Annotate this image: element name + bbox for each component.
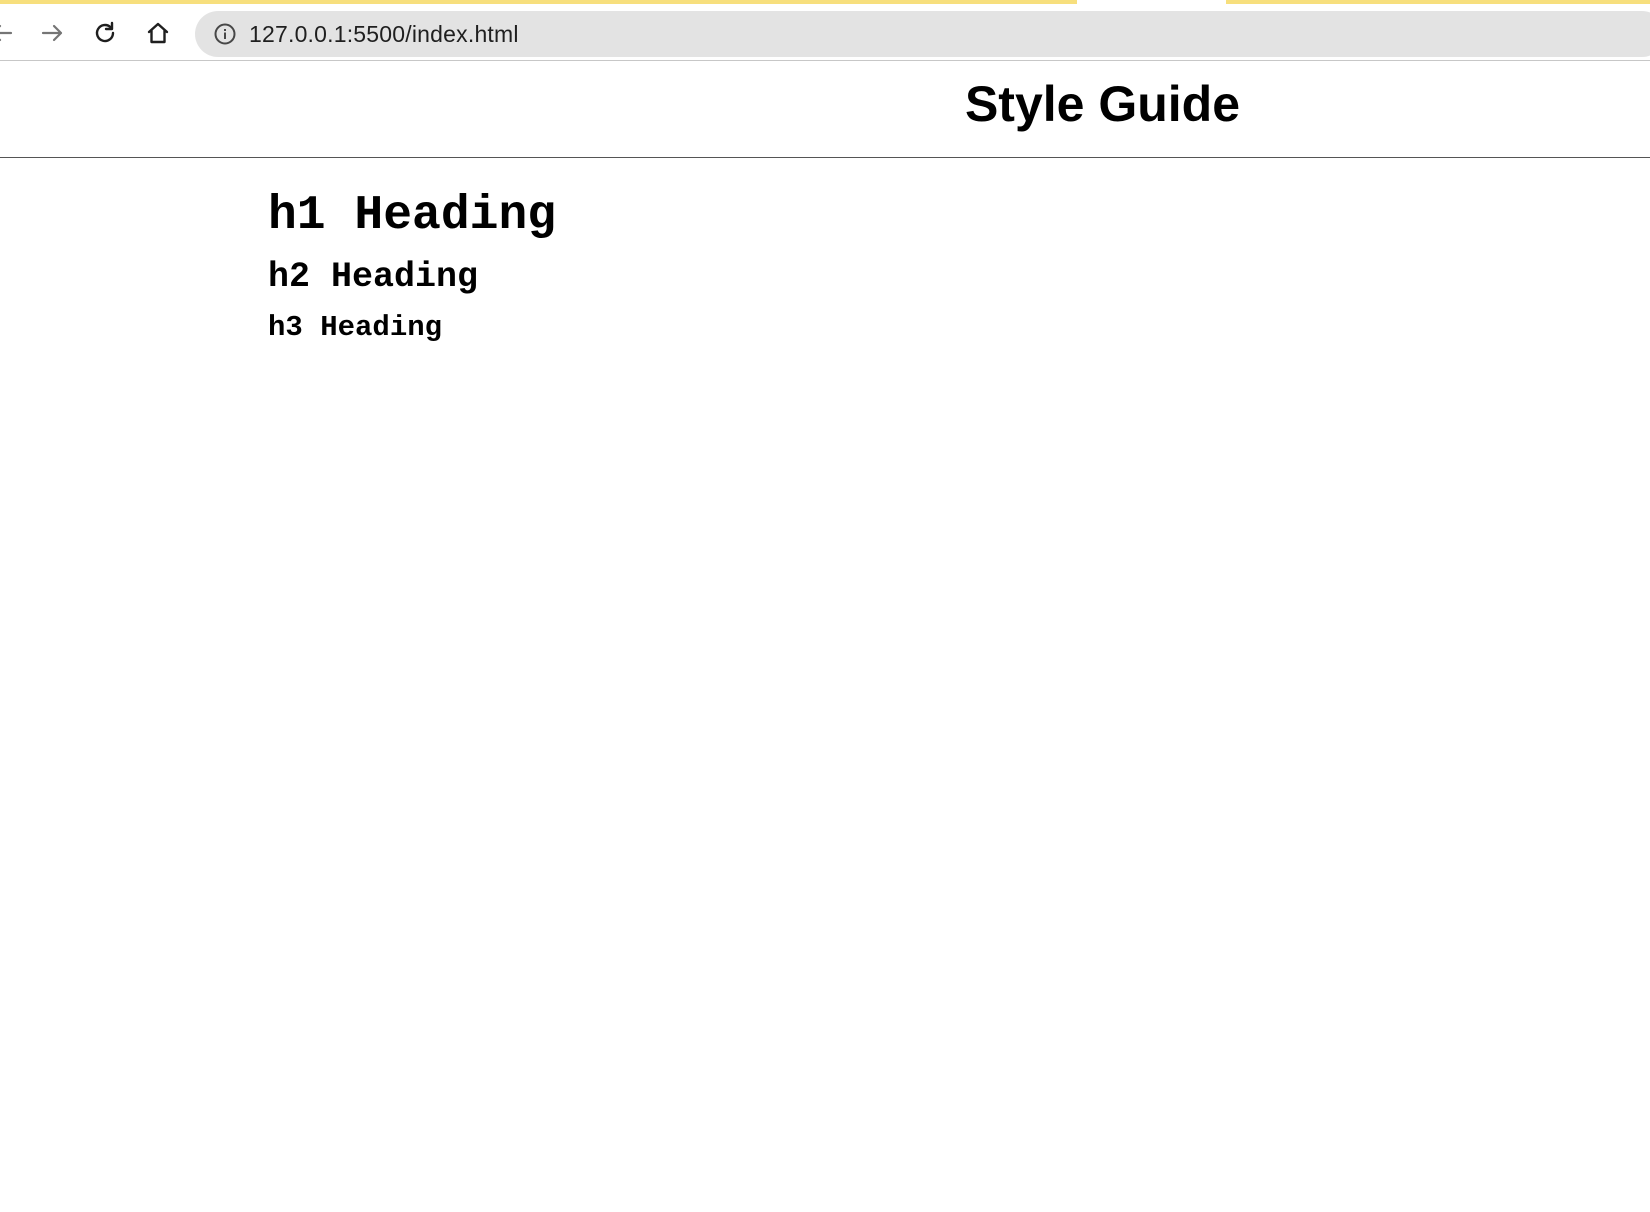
browser-toolbar: 127.0.0.1:5500/index.html (0, 0, 1650, 61)
style-guide-content: h1 Heading h2 Heading h3 Heading (0, 158, 1650, 348)
h2-heading-sample: h2 Heading (268, 257, 479, 297)
tab-strip-accent (0, 0, 1077, 4)
forward-arrow-icon (39, 20, 65, 46)
back-arrow-icon (0, 20, 15, 46)
info-icon[interactable] (213, 22, 237, 46)
tab-strip-accent (1226, 0, 1650, 4)
home-icon (145, 20, 171, 46)
h1-heading-sample: h1 Heading (268, 189, 557, 243)
page-header: Style Guide (0, 61, 1650, 158)
reload-button[interactable] (89, 17, 121, 49)
page-title: Style Guide (964, 76, 1241, 132)
url-text[interactable]: 127.0.0.1:5500/index.html (249, 21, 519, 48)
reload-icon (92, 20, 118, 46)
forward-button[interactable] (36, 17, 68, 49)
home-button[interactable] (142, 17, 174, 49)
h3-heading-sample: h3 Heading (268, 311, 443, 344)
back-button[interactable] (0, 17, 18, 49)
address-bar[interactable]: 127.0.0.1:5500/index.html (195, 11, 1650, 57)
